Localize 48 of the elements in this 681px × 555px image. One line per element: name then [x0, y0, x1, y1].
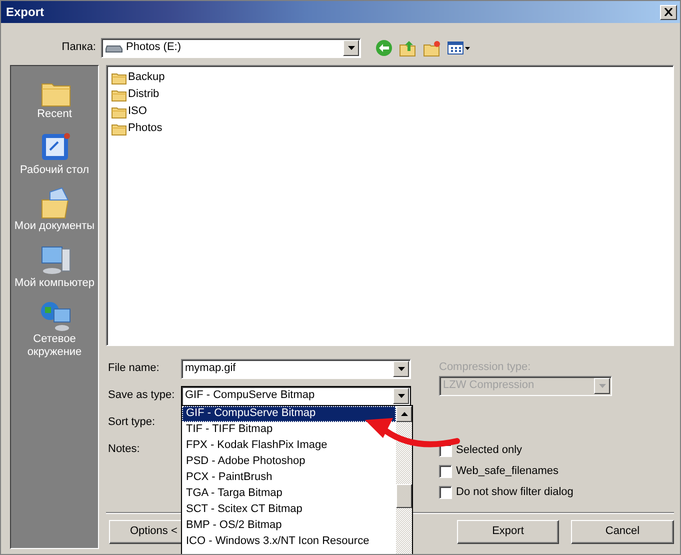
dropdown-option[interactable]: TGA - Targa Bitmap	[182, 486, 396, 502]
dropdown-option[interactable]: GIF - CompuServe Bitmap	[182, 406, 396, 422]
dropdown-option[interactable]: PSD - Adobe Photoshop	[182, 454, 396, 470]
field-label: Sort type:	[107, 416, 156, 430]
dialog-button[interactable]: Export	[457, 520, 559, 544]
folder-name[interactable]: Photos	[128, 122, 162, 136]
checkbox[interactable]	[439, 486, 452, 499]
close-button[interactable]	[660, 4, 677, 20]
places-item[interactable]: Сетевое окружение	[12, 296, 96, 360]
folder-name[interactable]: Distrib	[128, 88, 160, 102]
drive-icon	[105, 43, 123, 53]
folder-name[interactable]: Backup	[128, 70, 165, 84]
dropdown-option[interactable]: PCX - PaintBrush	[182, 470, 396, 486]
field-label: Save as type:	[107, 389, 176, 403]
places-item[interactable]: Рабочий стол	[12, 128, 96, 178]
caret-icon[interactable]	[396, 366, 406, 372]
folder-icon	[111, 70, 127, 84]
folder-icon	[111, 122, 127, 136]
checkbox-label: Do not show filter dialog	[456, 486, 574, 500]
folder-icon	[111, 88, 127, 102]
close-icon	[664, 8, 673, 16]
checkbox-label: Web_safe_filenames	[456, 464, 559, 478]
scrollbar-thumb[interactable]	[396, 484, 412, 508]
new-folder-icon[interactable]	[423, 39, 441, 57]
folder-label: Папка:	[60, 41, 97, 55]
checkbox[interactable]	[439, 465, 452, 478]
window-title: Export	[6, 4, 44, 20]
field-label: File name:	[107, 362, 160, 376]
field-label: Notes:	[107, 443, 141, 457]
folder-icon	[111, 104, 127, 118]
caret-icon[interactable]	[346, 45, 356, 51]
places-item[interactable]: Recent	[12, 72, 96, 122]
file-type-dropdown[interactable]: GIF - CompuServe Bitmap	[181, 386, 411, 406]
caret-icon[interactable]	[396, 393, 406, 399]
back-icon[interactable]	[375, 39, 393, 57]
up-arrow-icon	[400, 411, 408, 417]
dropdown-option[interactable]: FPX - Kodak FlashPix Image	[182, 438, 396, 454]
places-item[interactable]: Мой компьютер	[12, 240, 96, 290]
dropdown-option[interactable]: SCT - Scitex CT Bitmap	[182, 502, 396, 518]
view-menu-icon[interactable]	[447, 40, 471, 56]
folder-dropdown[interactable]: Photos (E:)	[101, 38, 361, 58]
scroll-up-button[interactable]	[396, 406, 412, 422]
dialog-button[interactable]: Cancel	[571, 520, 674, 544]
file-name-field[interactable]: mymap.gif	[181, 359, 411, 379]
folder-name[interactable]: ISO	[128, 104, 147, 118]
dropdown-option[interactable]: TIF - TIFF Bitmap	[182, 422, 396, 438]
checkbox-label: Selected only	[456, 444, 522, 458]
places-item[interactable]: Мои документы	[12, 184, 96, 234]
